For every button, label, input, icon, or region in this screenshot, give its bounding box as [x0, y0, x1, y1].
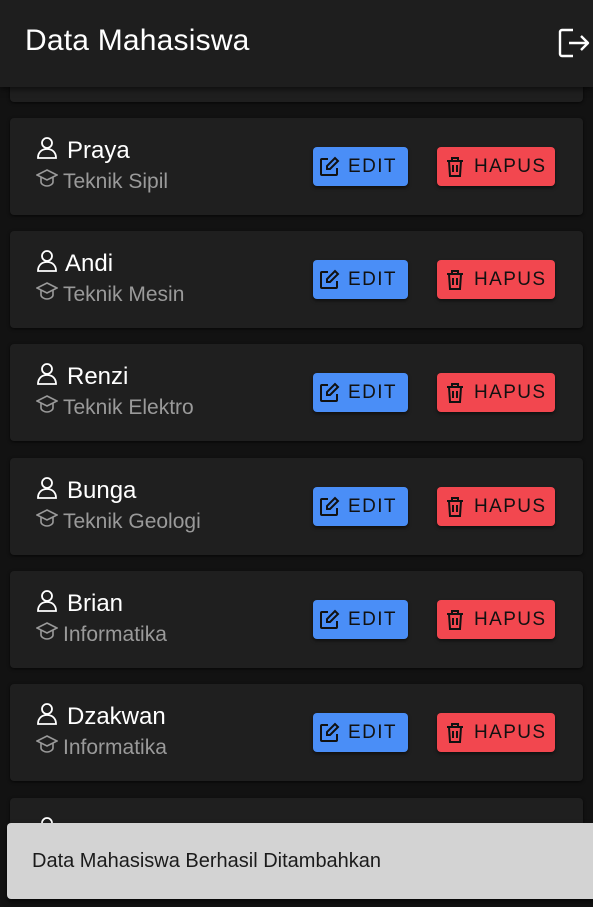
edit-icon: [320, 609, 340, 629]
edit-button[interactable]: EDIT: [313, 487, 408, 526]
list-item: Renzi Teknik Elektro EDIT HAPUS: [10, 344, 583, 441]
graduation-cap-icon: [36, 622, 58, 640]
delete-label: HAPUS: [474, 721, 547, 743]
delete-label: HAPUS: [474, 155, 547, 177]
delete-button[interactable]: HAPUS: [437, 260, 555, 299]
graduation-cap-icon: [36, 169, 58, 187]
graduation-cap-icon: [36, 282, 58, 300]
person-icon: [37, 703, 57, 725]
delete-button[interactable]: HAPUS: [437, 147, 555, 186]
edit-icon: [320, 156, 340, 176]
student-major: Informatika: [63, 623, 167, 646]
trash-icon: [447, 722, 463, 743]
edit-label: EDIT: [348, 268, 397, 290]
list-item: Bunga Teknik Geologi EDIT HAPUS: [10, 458, 583, 555]
delete-button[interactable]: HAPUS: [437, 600, 555, 639]
student-name: Renzi: [67, 363, 129, 390]
list-item: Brian Informatika EDIT HAPUS: [10, 571, 583, 668]
student-major: Informatika: [63, 736, 167, 759]
edit-button[interactable]: EDIT: [313, 373, 408, 412]
edit-label: EDIT: [348, 155, 397, 177]
edit-button[interactable]: EDIT: [313, 260, 408, 299]
list-item: Dzakwan Informatika EDIT HAPUS: [10, 684, 583, 781]
edit-label: EDIT: [348, 495, 397, 517]
student-name: Brian: [67, 590, 124, 617]
snackbar-message: Data Mahasiswa Berhasil Ditambahkan: [32, 850, 382, 872]
student-name: Bunga: [67, 477, 137, 504]
edit-label: EDIT: [348, 381, 397, 403]
trash-icon: [447, 382, 463, 403]
edit-button[interactable]: EDIT: [313, 147, 408, 186]
delete-button[interactable]: HAPUS: [437, 713, 555, 752]
app-bar: Data Mahasiswa: [0, 0, 593, 87]
trash-icon: [447, 496, 463, 517]
logout-icon[interactable]: [557, 27, 591, 59]
graduation-cap-icon: [36, 735, 58, 753]
student-list: Praya Teknik Sipil EDIT HAPUS Andi Tekni…: [0, 0, 593, 907]
person-icon: [37, 363, 57, 385]
list-item: Praya Teknik Sipil EDIT HAPUS: [10, 118, 583, 215]
edit-button[interactable]: EDIT: [313, 713, 408, 752]
student-name: Praya: [67, 137, 130, 164]
edit-icon: [320, 382, 340, 402]
edit-label: EDIT: [348, 608, 397, 630]
edit-label: EDIT: [348, 721, 397, 743]
trash-icon: [447, 609, 463, 630]
person-icon: [37, 137, 57, 159]
graduation-cap-icon: [36, 395, 58, 413]
student-major: Teknik Geologi: [63, 510, 201, 533]
person-icon: [37, 590, 57, 612]
student-major: Teknik Elektro: [63, 396, 194, 419]
person-icon: [37, 250, 57, 272]
student-name: Dzakwan: [67, 703, 166, 730]
student-major: Teknik Sipil: [63, 170, 169, 193]
delete-button[interactable]: HAPUS: [437, 373, 555, 412]
student-name: Andi: [65, 250, 114, 277]
edit-icon: [320, 722, 340, 742]
trash-icon: [447, 156, 463, 177]
graduation-cap-icon: [36, 509, 58, 527]
person-icon: [37, 477, 57, 499]
edit-button[interactable]: EDIT: [313, 600, 408, 639]
student-major: Teknik Mesin: [63, 283, 185, 306]
trash-icon: [447, 269, 463, 290]
edit-icon: [320, 496, 340, 516]
delete-label: HAPUS: [474, 495, 547, 517]
delete-label: HAPUS: [474, 608, 547, 630]
delete-label: HAPUS: [474, 381, 547, 403]
delete-button[interactable]: HAPUS: [437, 487, 555, 526]
page-title: Data Mahasiswa: [25, 24, 250, 57]
snackbar: Data Mahasiswa Berhasil Ditambahkan: [7, 823, 593, 899]
edit-icon: [320, 269, 340, 289]
delete-label: HAPUS: [474, 268, 547, 290]
list-item: Andi Teknik Mesin EDIT HAPUS: [10, 231, 583, 328]
